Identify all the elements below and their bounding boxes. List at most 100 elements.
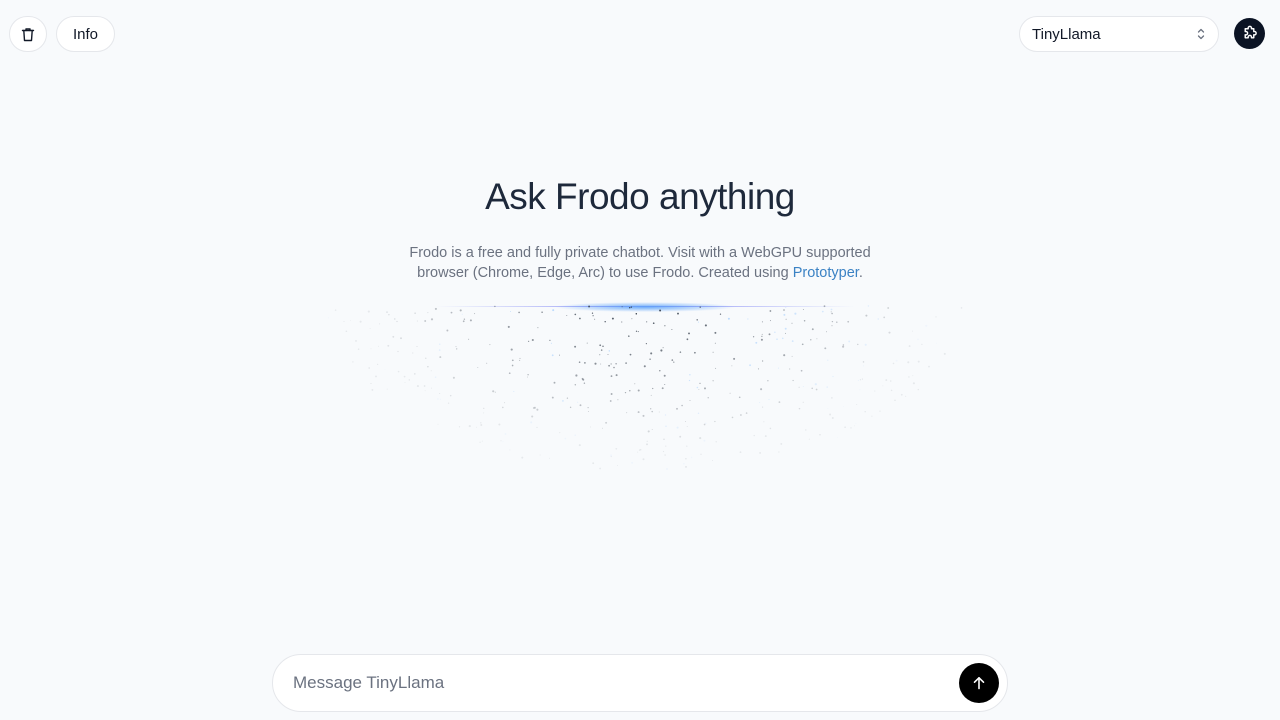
sparkle-dot: [549, 339, 551, 342]
sparkle-dot: [894, 399, 896, 402]
sparkle-dot: [531, 338, 534, 342]
sparkle-dot: [455, 346, 457, 348]
sparkle-dot: [416, 346, 418, 348]
sparkle-dot: [785, 318, 787, 320]
sparkle-dot: [688, 332, 690, 335]
sparkle-dot: [859, 389, 861, 391]
user-avatar-button[interactable]: [1234, 18, 1265, 49]
sparkle-dot: [397, 370, 400, 373]
prototyper-link[interactable]: Prototyper: [793, 265, 859, 281]
sparkle-dot: [694, 351, 696, 354]
sparkle-dot: [458, 426, 461, 428]
sparkle-dot: [778, 401, 781, 403]
sparkle-dot: [439, 343, 441, 345]
sparkle-dot: [424, 320, 427, 322]
sparkle-dot: [811, 387, 813, 390]
model-select[interactable]: TinyLlama: [1019, 16, 1219, 52]
chevron-up-down-icon: [1197, 28, 1205, 40]
sparkle-dot: [740, 414, 742, 416]
sparkle-dot: [699, 437, 702, 440]
sparkle-dot: [621, 306, 623, 308]
sparkle-dot: [617, 465, 619, 467]
sparkle-dot: [600, 349, 603, 351]
sparkle-dot: [392, 335, 395, 338]
sparkle-dot: [504, 433, 507, 435]
sparkle-dot: [492, 390, 495, 393]
sparkle-dot: [599, 467, 601, 470]
sparkle-dot: [921, 343, 923, 346]
sparkle-dot: [574, 313, 577, 316]
sparkle-dot: [811, 328, 814, 331]
sparkle-dot: [650, 352, 653, 355]
sparkle-dot: [370, 382, 372, 385]
sparkle-dot: [791, 322, 793, 324]
sparkle-dot: [610, 456, 612, 458]
sparkle-dot: [824, 347, 827, 350]
sparkle-dot: [908, 345, 911, 348]
sparkle-dot: [679, 435, 682, 438]
sparkle-dot: [631, 461, 634, 464]
page-title: Ask Frodo anything: [485, 176, 795, 217]
sparkle-dot: [608, 364, 610, 367]
sparkle-dot: [602, 427, 603, 429]
sparkle-dot: [468, 338, 470, 340]
sparkle-dot: [434, 376, 437, 378]
sparkle-dot: [357, 348, 360, 350]
sparkle-dot: [635, 313, 638, 315]
sparkle-dot: [731, 416, 734, 419]
sparkle-dot: [684, 421, 686, 423]
sparkle-dot: [587, 407, 589, 409]
sparkle-dot: [609, 400, 612, 402]
message-input[interactable]: [293, 673, 959, 693]
sparkle-dot: [590, 426, 592, 428]
sparkle-dot: [519, 357, 521, 359]
send-button[interactable]: [959, 663, 999, 703]
sparkle-dot: [650, 394, 652, 396]
sparkle-dot: [449, 394, 452, 397]
sparkle-dot: [714, 342, 716, 344]
sparkle-dot: [810, 339, 812, 341]
sparkle-dot: [831, 325, 833, 327]
sparkle-dot: [731, 365, 733, 367]
info-button[interactable]: Info: [56, 16, 116, 52]
sparkle-dot: [802, 309, 804, 310]
sparkle-dot: [712, 351, 714, 353]
sparkle-dot: [649, 358, 651, 360]
hero-description: Frodo is a free and fully private chatbo…: [395, 243, 885, 283]
sparkle-dot: [430, 318, 434, 321]
sparkle-dot: [461, 313, 463, 315]
trash-icon: [21, 27, 35, 41]
sparkle-dot: [684, 465, 688, 468]
sparkle-dot: [647, 430, 650, 433]
sparkle-dot: [895, 359, 898, 362]
info-button-label: Info: [73, 25, 99, 43]
sparkle-dot: [400, 337, 402, 340]
sparkle-dot: [577, 401, 579, 403]
sparkle-dot: [943, 352, 946, 355]
sparkle-dot: [343, 321, 345, 323]
sparkle-dot: [704, 387, 706, 390]
sparkle-dot: [652, 322, 655, 325]
sparkle-dot: [671, 329, 673, 331]
sparkle-dot: [753, 434, 755, 437]
sparkle-dot: [468, 425, 471, 428]
sparkle-dot: [527, 376, 528, 378]
sparkle-dot: [842, 405, 844, 407]
sparkle-dot: [397, 350, 399, 353]
sparkle-dot: [791, 355, 793, 357]
sparkle-dot: [844, 426, 846, 429]
sparkle-dot: [663, 438, 665, 441]
sparkle-dot: [629, 307, 631, 309]
sparkle-dot: [755, 341, 758, 344]
clear-chat-button[interactable]: [9, 16, 47, 52]
sparkle-dot: [371, 388, 374, 391]
sparkle-dot: [712, 380, 714, 382]
sparkle-dot: [856, 403, 858, 406]
sparkle-dot: [759, 402, 761, 404]
sparkle-dot: [638, 449, 641, 451]
sparkle-dot: [412, 352, 414, 354]
sparkle-dot: [752, 336, 755, 338]
sparkle-dot: [511, 364, 514, 367]
sparkle-dot: [769, 320, 771, 322]
sparkle-dot: [437, 423, 439, 425]
